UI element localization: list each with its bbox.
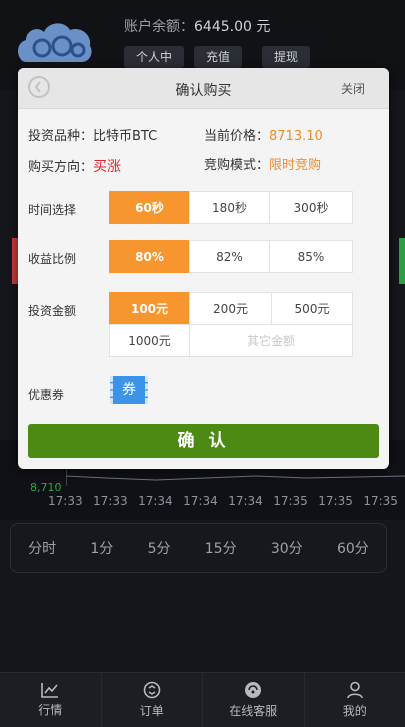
tab-orders[interactable]: 订单 <box>102 673 204 727</box>
withdraw-button[interactable]: 提现 <box>262 46 310 68</box>
account-balance: 账户余额：6445.00 元 <box>124 16 270 36</box>
mode-value: 限时竞购 <box>269 158 321 173</box>
period-tab-5m[interactable]: 5分 <box>148 538 171 558</box>
tab-market[interactable]: 行情 <box>0 673 102 727</box>
dialog-title: 确认购买 <box>18 80 389 100</box>
time-tick: 17:34 <box>138 494 173 510</box>
direction-info: 购买方向：买涨 <box>28 156 121 176</box>
mode-label: 竞购模式： <box>204 158 269 173</box>
chart-price-label: 8,710 <box>30 481 62 494</box>
period-tab-60m[interactable]: 60分 <box>337 538 369 558</box>
buy-indicator <box>399 238 405 284</box>
confirm-button[interactable]: 确 认 <box>28 424 379 458</box>
tab-label: 订单 <box>140 702 164 719</box>
amount-option-100[interactable]: 100元 <box>109 292 190 325</box>
other-amount-input[interactable]: 其它金额 <box>189 324 353 357</box>
period-tab-1m[interactable]: 1分 <box>90 538 113 558</box>
bottom-tab-bar: 行情 订单 在线客服 我的 <box>0 672 405 727</box>
time-tick: 17:35 <box>318 494 353 510</box>
time-tick: 17:35 <box>363 494 398 510</box>
product-info: 投资品种：比特币BTC <box>28 125 157 144</box>
tab-profile[interactable]: 我的 <box>305 673 405 727</box>
direction-value: 买涨 <box>93 159 121 175</box>
amount-option-200[interactable]: 200元 <box>189 292 272 325</box>
chart-time-axis: 17:33 17:33 17:34 17:34 17:34 17:35 17:3… <box>48 494 398 510</box>
user-icon <box>346 681 364 699</box>
period-tab-30m[interactable]: 30分 <box>271 538 303 558</box>
period-selector: 分时 1分 5分 15分 30分 60分 <box>10 523 387 573</box>
recharge-button[interactable]: 充值 <box>194 46 242 68</box>
time-tick: 17:35 <box>273 494 308 510</box>
product-label: 投资品种： <box>28 129 93 144</box>
period-tab-15m[interactable]: 15分 <box>205 538 237 558</box>
amount-option-500[interactable]: 500元 <box>271 292 353 325</box>
time-tick: 17:33 <box>48 494 83 510</box>
amount-label: 投资金额 <box>28 302 76 319</box>
coupon-label: 优惠券 <box>28 386 64 403</box>
ratio-option-85[interactable]: 85% <box>269 240 353 273</box>
time-option-300s[interactable]: 300秒 <box>269 191 353 224</box>
close-button[interactable]: 关闭 <box>341 80 365 97</box>
price-label: 当前价格： <box>204 129 269 144</box>
ratio-label: 收益比例 <box>28 250 76 267</box>
time-tick: 17:34 <box>183 494 218 510</box>
period-tab-timeshare[interactable]: 分时 <box>28 538 56 558</box>
confirm-purchase-dialog: 确认购买 关闭 投资品种：比特币BTC 当前价格：8713.10 购买方向：买涨… <box>18 68 389 469</box>
cloud-logo-icon <box>14 18 96 68</box>
order-icon <box>143 681 161 699</box>
time-option-180s[interactable]: 180秒 <box>189 191 270 224</box>
price-info: 当前价格：8713.10 <box>204 125 323 144</box>
time-label: 时间选择 <box>28 201 76 218</box>
dialog-header: 确认购买 关闭 <box>18 68 389 109</box>
ratio-option-82[interactable]: 82% <box>189 240 270 273</box>
ratio-option-80[interactable]: 80% <box>109 240 190 273</box>
service-icon <box>244 681 262 699</box>
profile-button[interactable]: 个人中心 <box>124 46 184 68</box>
mode-info: 竞购模式：限时竞购 <box>204 154 321 173</box>
amount-option-1000[interactable]: 1000元 <box>109 324 190 357</box>
tab-label: 我的 <box>343 702 367 719</box>
product-value: 比特币BTC <box>93 129 157 144</box>
tab-label: 行情 <box>38 701 62 718</box>
tab-service[interactable]: 在线客服 <box>203 673 305 727</box>
tab-label: 在线客服 <box>229 702 277 719</box>
coupon-icon[interactable]: 券 <box>110 376 148 404</box>
balance-label: 账户余额： <box>124 19 194 35</box>
time-tick: 17:33 <box>93 494 128 510</box>
price-value: 8713.10 <box>269 129 323 144</box>
time-tick: 17:34 <box>228 494 263 510</box>
chart-icon <box>41 682 59 698</box>
balance-value: 6445.00 元 <box>194 19 270 35</box>
time-option-60s[interactable]: 60秒 <box>109 191 190 224</box>
direction-label: 购买方向： <box>28 160 93 175</box>
